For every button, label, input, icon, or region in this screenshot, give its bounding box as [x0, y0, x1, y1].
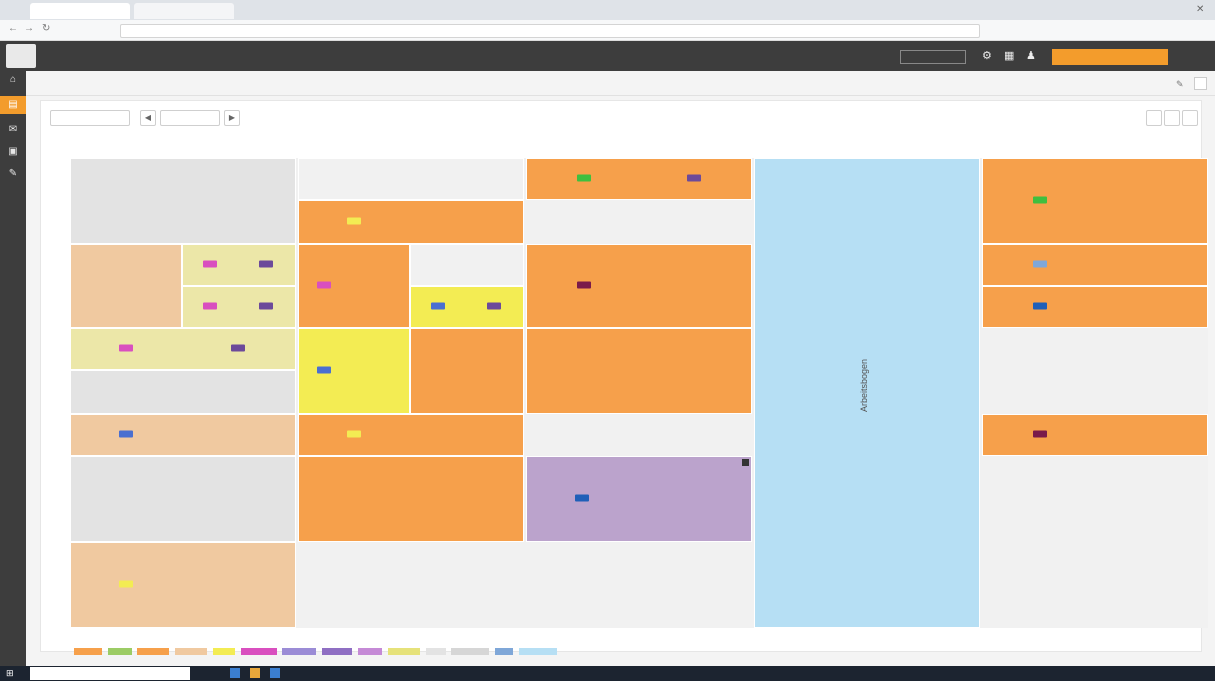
- taskbar-search[interactable]: [30, 667, 190, 680]
- lesson-block[interactable]: [298, 456, 524, 542]
- legend-label: [40, 648, 68, 655]
- lesson-block[interactable]: [70, 328, 296, 370]
- taskbar-app-icon[interactable]: [230, 668, 240, 678]
- legend-item: [240, 647, 277, 655]
- legend-item: [212, 647, 235, 655]
- day-header-4: [754, 146, 980, 158]
- app-header: ⚙ ▦ ♟: [0, 41, 1215, 71]
- user-icon[interactable]: ♟: [1026, 49, 1036, 62]
- legend-item: [175, 647, 208, 655]
- forward-icon[interactable]: →: [24, 23, 34, 34]
- toolbar-button-2[interactable]: [1164, 110, 1180, 126]
- lesson-block[interactable]: [298, 328, 410, 414]
- toolbar-button-3[interactable]: [1182, 110, 1198, 126]
- close-window-icon[interactable]: ✕: [1196, 4, 1208, 16]
- legend-item: [73, 647, 102, 655]
- day-header-1: [70, 146, 296, 158]
- header-action-button[interactable]: [1052, 49, 1168, 65]
- lesson-block[interactable]: [526, 244, 752, 328]
- day-header-2: [298, 146, 524, 158]
- lesson-block[interactable]: [410, 328, 524, 414]
- home-icon[interactable]: ⌂: [0, 71, 26, 89]
- timetable-icon[interactable]: ▣: [0, 143, 26, 161]
- legend-item: [137, 647, 170, 655]
- sidebar: ⌂ ▤ ✉ ▣ ✎: [0, 71, 26, 666]
- lesson-block[interactable]: [182, 244, 296, 286]
- lesson-block[interactable]: [70, 244, 182, 328]
- lesson-block[interactable]: [182, 286, 296, 328]
- browser-tab-bar: ✕: [0, 0, 1215, 20]
- lesson-block[interactable]: [70, 370, 296, 414]
- day-header-5: [982, 146, 1208, 158]
- lesson-block[interactable]: [298, 200, 524, 244]
- lesson-block[interactable]: [70, 414, 296, 456]
- windows-start-icon[interactable]: ⊞: [6, 668, 14, 679]
- edit-icon[interactable]: ✎: [1176, 79, 1184, 90]
- legend-item: [425, 647, 446, 655]
- info-icon[interactable]: [742, 459, 749, 466]
- lesson-block[interactable]: [526, 456, 752, 542]
- lesson-block[interactable]: [70, 456, 296, 542]
- lesson-block[interactable]: [982, 244, 1208, 286]
- taskbar-app-icon[interactable]: [270, 668, 280, 678]
- lesson-block[interactable]: [982, 158, 1208, 244]
- date-field[interactable]: [160, 110, 220, 126]
- expand-icon[interactable]: [1194, 77, 1207, 90]
- sub-navigation: [26, 71, 1215, 96]
- lesson-block[interactable]: [298, 158, 524, 200]
- back-icon[interactable]: ←: [8, 23, 18, 34]
- reload-icon[interactable]: ↻: [42, 23, 50, 34]
- browser-tab-2[interactable]: [134, 3, 234, 19]
- browser-tab-1[interactable]: [30, 3, 130, 19]
- lesson-block[interactable]: [526, 158, 752, 200]
- lesson-block[interactable]: [298, 244, 410, 328]
- lesson-block[interactable]: [982, 286, 1208, 328]
- legend-item: [495, 647, 514, 655]
- legend-item: [387, 647, 420, 655]
- grid-icon[interactable]: ▦: [1004, 49, 1014, 62]
- legend-item: [107, 647, 132, 655]
- lesson-block[interactable]: [70, 542, 296, 628]
- day-header-3: [526, 146, 752, 158]
- legend-item: [518, 647, 557, 655]
- next-week-button[interactable]: ▶: [224, 110, 240, 126]
- prev-week-button[interactable]: ◀: [140, 110, 156, 126]
- lesson-block[interactable]: [410, 244, 524, 286]
- legend-item: [322, 647, 353, 655]
- chat-icon[interactable]: ✉: [0, 121, 26, 139]
- toolbar-button-1[interactable]: [1146, 110, 1162, 126]
- legend-item: [282, 647, 317, 655]
- os-taskbar: ⊞: [0, 666, 1215, 681]
- free-day-label: Arbeitsbogen: [859, 359, 869, 413]
- taskbar-app-icon[interactable]: [250, 668, 260, 678]
- lesson-block[interactable]: [298, 414, 524, 456]
- app-logo[interactable]: [6, 44, 36, 68]
- legend-item: [451, 647, 490, 655]
- pen-icon[interactable]: ✎: [0, 165, 26, 183]
- legend: [40, 646, 560, 655]
- class-select[interactable]: [50, 110, 130, 126]
- lesson-block[interactable]: [70, 158, 296, 244]
- url-field[interactable]: [120, 24, 980, 38]
- legend-item: [358, 647, 383, 655]
- lesson-block[interactable]: [982, 414, 1208, 456]
- school-year-select[interactable]: [900, 50, 966, 64]
- free-day-block[interactable]: Arbeitsbogen: [754, 158, 980, 628]
- lesson-block[interactable]: [526, 328, 752, 414]
- lesson-block[interactable]: [410, 286, 524, 328]
- calendar-icon[interactable]: ▤: [0, 96, 26, 114]
- settings-icon[interactable]: ⚙: [982, 49, 992, 62]
